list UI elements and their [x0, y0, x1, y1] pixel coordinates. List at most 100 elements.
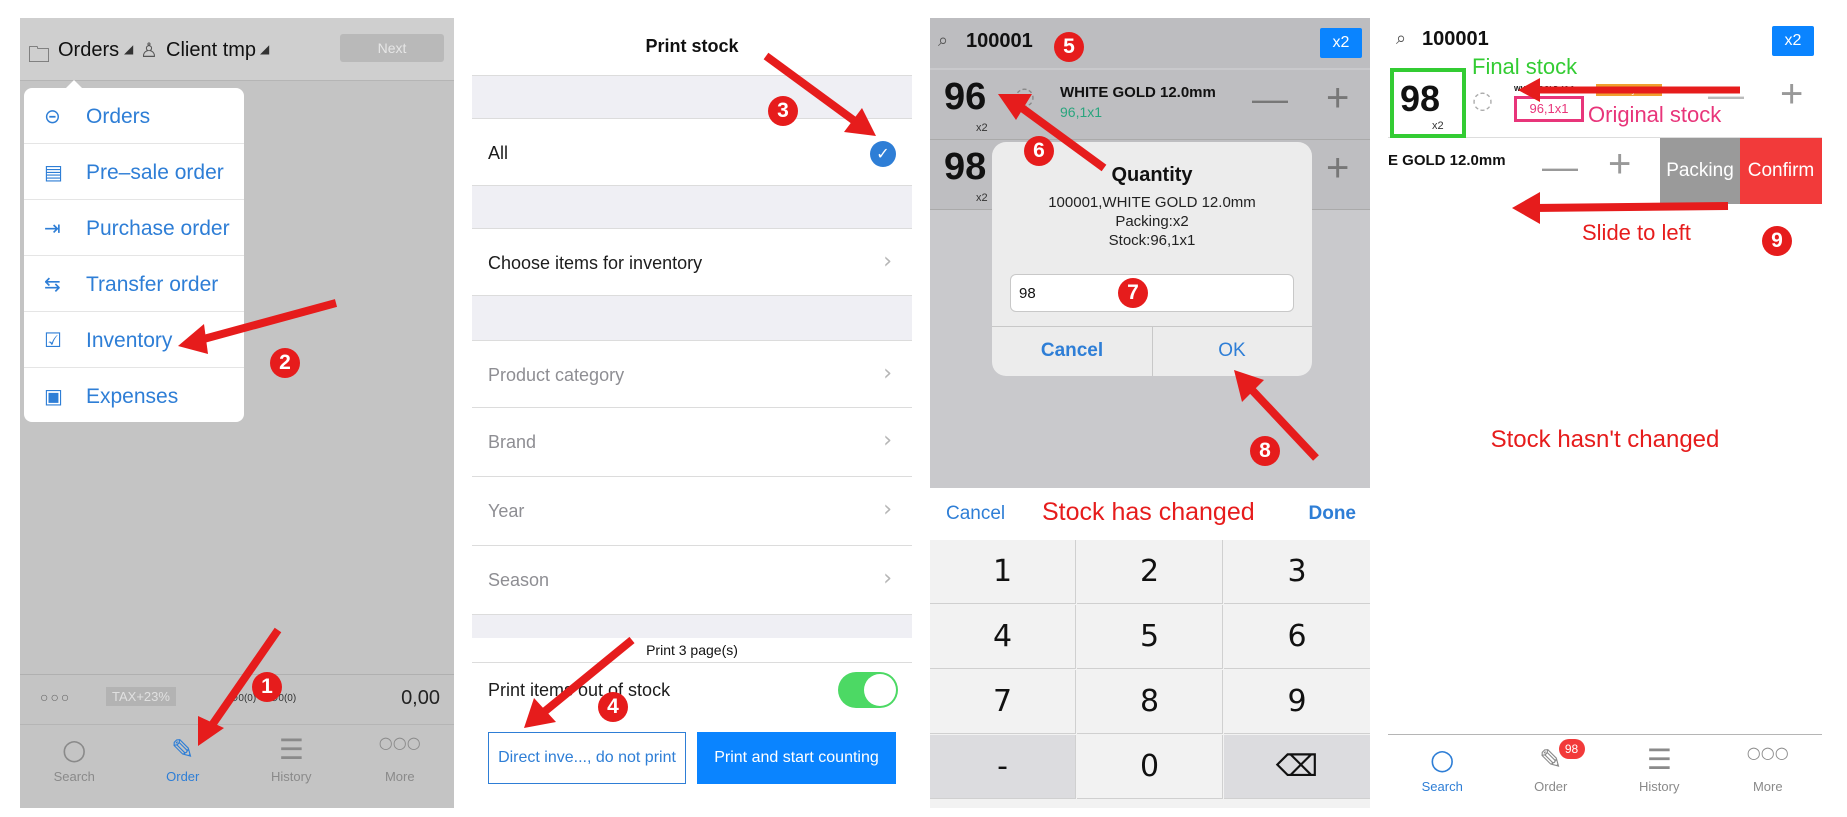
tax-badge[interactable]: TAX+23% [106, 687, 176, 706]
search-icon: ○ [62, 733, 87, 766]
checkmark-icon[interactable]: ✓ [870, 141, 896, 167]
tab-more[interactable]: ○○○ More [1714, 735, 1823, 807]
key-3[interactable]: 3 [1224, 540, 1370, 604]
dialog-stock-line: Stock:96,1x1 [1108, 232, 1196, 249]
confirm-button[interactable]: Confirm [1740, 138, 1822, 204]
item-row[interactable]: 96 x2 ◌ WHITE GOLD 12.0mm 96,1x1 — + [930, 70, 1370, 140]
tab-label: Order [166, 769, 200, 784]
search-bar: ⌕ 100001 x2 [1388, 18, 1822, 66]
key-4[interactable]: 4 [930, 605, 1076, 669]
tab-search[interactable]: ○ Search [1388, 735, 1497, 807]
panel-inventory-result: ⌕ 100001 x2 98 x2 ◌ WHITE GOLD 12.0mm In… [1388, 18, 1822, 808]
final-stock-box: 98 x2 [1390, 68, 1466, 138]
quantity-input[interactable]: 98 [1010, 274, 1294, 312]
print-pages-label: Print 3 page(s) [646, 642, 738, 658]
row-label: All [488, 143, 509, 163]
print-out-of-stock-toggle[interactable] [838, 672, 898, 708]
annotation-stock-changed: Stock has changed [1042, 498, 1255, 526]
orders-dropdown[interactable]: Orders [58, 39, 119, 62]
tab-search[interactable]: ○ Search [20, 725, 129, 797]
step-badge-5: 5 [1054, 32, 1084, 62]
item-stock: 96,1x1 [1060, 104, 1103, 120]
menu-item-purchase-order[interactable]: ⇥ Purchase order [24, 200, 244, 256]
tab-label: History [1639, 779, 1680, 794]
menu-item-label: Pre–sale order [86, 161, 224, 184]
keyboard-cancel-button[interactable]: Cancel [946, 503, 1005, 525]
menu-item-transfer-order[interactable]: ⇆ Transfer order [24, 256, 244, 312]
packing-button[interactable]: Packing [1660, 138, 1740, 204]
arrow-slide-left [1533, 202, 1729, 212]
plus-button[interactable]: + [1326, 146, 1349, 191]
search-input[interactable]: 100001 [966, 30, 1033, 53]
key-1[interactable]: 1 [930, 540, 1076, 604]
swap-icon: ⇆ [44, 272, 61, 296]
key-minus[interactable]: - [930, 735, 1076, 799]
more-icon: ○○○ [1746, 743, 1789, 762]
tab-history[interactable]: ☰ History [1605, 735, 1714, 807]
plus-button[interactable]: + [1780, 72, 1803, 117]
minus-button[interactable]: — [1542, 146, 1578, 188]
tab-bar: ○ Search ✎ Order 98 ☰ History ○○○ More [1388, 734, 1822, 806]
row-season[interactable]: Season › [472, 546, 912, 615]
page-title: Print stock [645, 36, 739, 56]
key-0[interactable]: 0 [1077, 735, 1223, 799]
tab-history[interactable]: ☰ History [237, 725, 346, 797]
menu-item-expenses[interactable]: ▣ Expenses [24, 368, 244, 424]
packing-multiplier-button[interactable]: x2 [1772, 26, 1814, 56]
tab-label: More [1752, 779, 1783, 794]
menu-item-inventory[interactable]: ☑ Inventory [24, 312, 244, 368]
dialog-item-line: 100001,WHITE GOLD 12.0mm [1048, 194, 1256, 211]
list-icon: ☰ [1646, 743, 1672, 776]
row-all[interactable]: All ✓ [472, 118, 912, 186]
direct-inventory-button[interactable]: Direct inve..., do not print [488, 732, 686, 784]
item-packing: x2 [976, 192, 988, 204]
step-badge-8: 8 [1250, 436, 1280, 466]
key-7[interactable]: 7 [930, 670, 1076, 734]
dialog-cancel-button[interactable]: Cancel [992, 340, 1152, 362]
row-year[interactable]: Year › [472, 477, 912, 546]
client-dropdown[interactable]: Client tmp [166, 39, 256, 62]
item-packing: x2 [976, 122, 988, 134]
row-product-category[interactable]: Product category › [472, 340, 912, 408]
row-brand[interactable]: Brand › [472, 408, 912, 477]
key-2[interactable]: 2 [1077, 540, 1223, 604]
document-icon: ▤ [44, 160, 63, 184]
divider [472, 662, 912, 663]
print-start-counting-button[interactable]: Print and start counting [697, 732, 896, 784]
minus-button[interactable]: — [1252, 78, 1288, 120]
row-label: Season [488, 570, 550, 590]
keyboard-done-button[interactable]: Done [1309, 503, 1357, 525]
more-dots-icon[interactable]: ○○○ [40, 689, 71, 705]
packing-multiplier-button[interactable]: x2 [1320, 28, 1362, 58]
row-label: Choose items for inventory [488, 253, 703, 273]
plus-button[interactable]: + [1608, 142, 1631, 187]
item-row-swiped[interactable]: E GOLD 12.0mm — + Packing Confirm [1388, 138, 1822, 204]
tab-order[interactable]: ✎ Order [129, 725, 238, 797]
tab-order[interactable]: ✎ Order 98 [1497, 735, 1606, 807]
menu-item-orders[interactable]: ⊝ Orders [24, 88, 244, 144]
key-8[interactable]: 8 [1077, 670, 1223, 734]
item-name: WHITE GOLD 12.0mm [1514, 86, 1587, 93]
backspace-icon[interactable]: ⌫ [1224, 735, 1370, 799]
item-quantity: 98 [944, 146, 987, 188]
row-choose-items[interactable]: Choose items for inventory › [472, 228, 912, 296]
next-button[interactable]: Next [340, 34, 444, 62]
search-input[interactable]: 100001 [1422, 28, 1489, 51]
tab-more[interactable]: ○○○ More [346, 725, 455, 797]
dialog-packing-line: Packing:x2 [1115, 213, 1189, 230]
menu-item-label: Transfer order [86, 273, 219, 296]
key-5[interactable]: 5 [1077, 605, 1223, 669]
tab-bar: ○ Search ✎ Order ☰ History ○○○ More [20, 724, 454, 796]
order-total: 0,00 [401, 687, 440, 709]
plus-button[interactable]: + [1326, 76, 1349, 121]
pencil-circle-icon: ✎ [171, 733, 195, 766]
panel-print-stock: Print stock All ✓ Choose items for inven… [472, 18, 912, 808]
item-name: E GOLD 12.0mm [1388, 152, 1506, 169]
step-badge-9: 9 [1762, 226, 1792, 256]
key-6[interactable]: 6 [1224, 605, 1370, 669]
key-9[interactable]: 9 [1224, 670, 1370, 734]
dialog-ok-button[interactable]: OK [1152, 340, 1312, 362]
top-bar: 🗀 Orders ◢ ♙ Client tmp ◢ Next [20, 18, 454, 81]
counter-minus-value: 0(0) [278, 693, 297, 704]
menu-item-pre-sale-order[interactable]: ▤ Pre–sale order [24, 144, 244, 200]
